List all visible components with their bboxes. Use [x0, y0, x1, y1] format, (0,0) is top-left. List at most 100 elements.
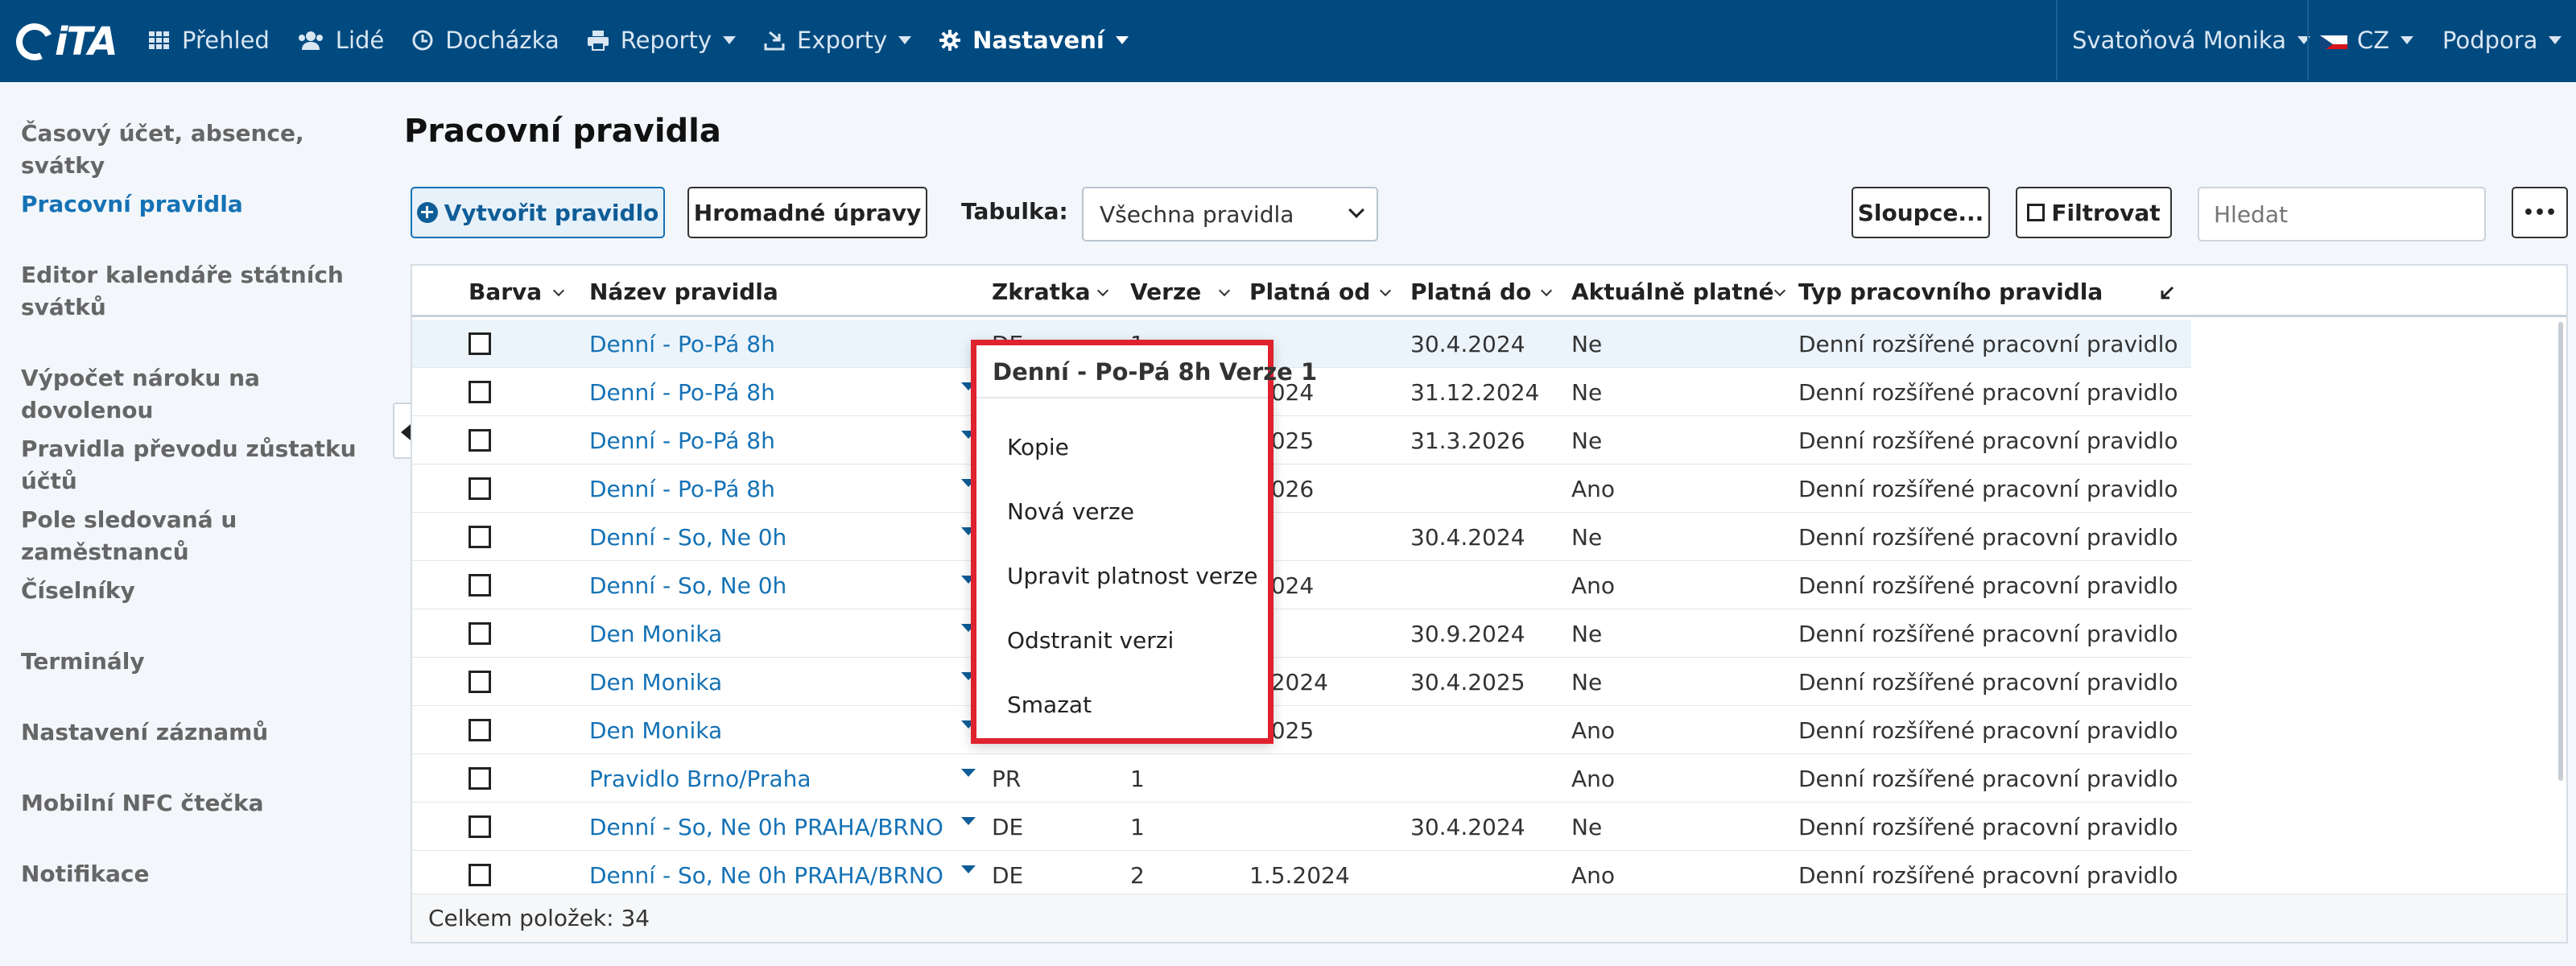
rule-type: Denní rozšířené pracovní pravidlo — [1798, 814, 2178, 840]
language-menu[interactable]: CZ — [2320, 0, 2414, 80]
table-row[interactable]: Pravidlo Brno/Praha PR 1 Ano Denní rozší… — [412, 754, 2191, 803]
table-select-value: Všechna pravidla — [1100, 200, 1294, 228]
rule-name-link[interactable]: Denní - So, Ne 0h PRAHA/BRNO — [589, 862, 943, 889]
sidebar-item-codelists[interactable]: Číselníky — [21, 575, 375, 607]
row-checkbox[interactable] — [469, 574, 491, 597]
row-context-menu: Denní - Po-Pá 8h Verze 1 Kopie Nová verz… — [971, 340, 1317, 744]
more-options-button[interactable]: ••• — [2512, 187, 2568, 238]
column-header-valid-to[interactable]: Platná do — [1410, 279, 1553, 305]
row-checkbox[interactable] — [469, 815, 491, 838]
user-menu[interactable]: Svatoňová Monika — [2072, 0, 2310, 80]
sidebar-item-terminals[interactable]: Terminály — [21, 646, 375, 678]
table-row[interactable]: Denní - So, Ne 0h PRAHA/BRNO DE 2 1.5.20… — [412, 851, 2191, 899]
row-menu-caret-icon[interactable] — [961, 817, 976, 825]
row-checkbox[interactable] — [469, 526, 491, 548]
support-menu[interactable]: Podpora — [2442, 0, 2562, 80]
row-checkbox[interactable] — [469, 767, 491, 790]
sidebar-item-holiday-editor[interactable]: Editor kalendáře státních svátků — [21, 259, 375, 324]
sidebar-item-notifications[interactable]: Notifikace — [21, 858, 375, 890]
sidebar-item-work-rules[interactable]: Pracovní pravidla — [21, 188, 375, 221]
column-header-valid-from[interactable]: Platná od — [1249, 279, 1392, 305]
sidebar-item-tracked-fields[interactable]: Pole sledovaná u zaměstnanců — [21, 504, 375, 568]
menu-item-delete-version[interactable]: Odstranit verzi — [1007, 627, 1174, 654]
table-row[interactable]: Denní - Po-Pá 8h .2025 31.3.2026 Ne Denn… — [412, 416, 2191, 464]
gear-icon — [939, 30, 961, 51]
sidebar-item-balance-transfer[interactable]: Pravidla převodu zůstatku účtů — [21, 433, 375, 497]
search-input[interactable] — [2198, 187, 2486, 242]
table-row[interactable]: Denní - So, Ne 0h 30.4.2024 Ne Denní roz… — [412, 513, 2191, 561]
nav-item-exporty[interactable]: Exporty — [763, 27, 912, 54]
columns-button[interactable]: Sloupce... — [1852, 187, 1990, 238]
table-row[interactable]: Denní - So, Ne 0h .2024 Ano Denní rozšíř… — [412, 561, 2191, 609]
menu-item-new-version[interactable]: Nová verze — [1007, 498, 1134, 525]
row-checkbox[interactable] — [469, 622, 491, 645]
nav-item-reporty[interactable]: Reporty — [587, 27, 737, 54]
bulk-edit-button[interactable]: Hromadné úpravy — [687, 187, 927, 238]
sidebar-item-nfc-reader[interactable]: Mobilní NFC čtečka — [21, 787, 375, 819]
rule-name-link[interactable]: Pravidlo Brno/Praha — [589, 766, 811, 792]
rule-name-link[interactable]: Den Monika — [589, 669, 722, 696]
row-checkbox[interactable] — [469, 381, 491, 403]
nav-label: Lidé — [335, 27, 385, 54]
rule-type: Denní rozšířené pracovní pravidlo — [1798, 621, 2178, 647]
rule-name-link[interactable]: Denní - Po-Pá 8h — [589, 379, 775, 406]
chevron-down-icon — [898, 36, 912, 44]
rule-name-link[interactable]: Denní - So, Ne 0h PRAHA/BRNO — [589, 814, 943, 840]
menu-item-delete[interactable]: Smazat — [1007, 691, 1092, 718]
row-checkbox[interactable] — [469, 477, 491, 500]
rule-version: 1 — [1130, 766, 1145, 792]
rule-type: Denní rozšířené pracovní pravidlo — [1798, 331, 2178, 357]
column-header-type[interactable]: Typ pracovního pravidla — [1798, 279, 2103, 305]
rule-current: Ano — [1571, 862, 1616, 889]
row-menu-caret-icon[interactable] — [961, 865, 976, 873]
rule-name-link[interactable]: Den Monika — [589, 717, 722, 744]
filter-button[interactable]: Filtrovat — [2016, 187, 2172, 238]
nav-item-dochazka[interactable]: Docházka — [411, 27, 559, 54]
row-checkbox[interactable] — [469, 332, 491, 355]
table-row[interactable]: Den Monika .2025 Ano Denní rozšířené pra… — [412, 706, 2191, 754]
column-header-short[interactable]: Zkratka — [992, 279, 1108, 305]
menu-item-copy[interactable]: Kopie — [1007, 434, 1069, 460]
row-menu-caret-icon[interactable] — [961, 769, 976, 777]
rule-name-link[interactable]: Denní - Po-Pá 8h — [589, 427, 775, 454]
rule-valid-to: 30.9.2024 — [1410, 621, 1525, 647]
nav-item-nastaveni[interactable]: Nastavení — [939, 27, 1129, 54]
column-header-color[interactable]: Barva — [469, 279, 565, 305]
rule-name-link[interactable]: Den Monika — [589, 621, 722, 647]
sidebar-item-record-settings[interactable]: Nastavení záznamů — [21, 716, 375, 749]
table-row[interactable]: Den Monika 0.2024 30.4.2025 Ne Denní roz… — [412, 658, 2191, 706]
nav-label: Docházka — [445, 27, 559, 54]
row-checkbox[interactable] — [469, 671, 491, 693]
column-header-name[interactable]: Název pravidla — [589, 279, 1022, 305]
nav-item-lide[interactable]: Lidé — [297, 27, 384, 54]
rule-type: Denní rozšířené pracovní pravidlo — [1798, 766, 2178, 792]
rule-valid-to: 30.4.2024 — [1410, 524, 1525, 551]
chevron-down-icon — [553, 284, 565, 297]
table-select[interactable]: Všechna pravidla — [1082, 187, 1378, 242]
checkbox-icon — [2027, 204, 2046, 221]
row-checkbox[interactable] — [469, 429, 491, 452]
row-checkbox[interactable] — [469, 719, 491, 741]
column-header-current[interactable]: Aktuálně platné — [1571, 279, 1785, 305]
rule-name-link[interactable]: Denní - Po-Pá 8h — [589, 476, 775, 502]
rule-name-link[interactable]: Denní - So, Ne 0h — [589, 524, 786, 551]
table-row[interactable]: Denní - So, Ne 0h PRAHA/BRNO DE 1 30.4.2… — [412, 803, 2191, 851]
rule-name-link[interactable]: Denní - So, Ne 0h — [589, 572, 786, 599]
app-logo[interactable]: iTA — [10, 18, 118, 66]
rule-valid-to: 30.4.2024 — [1410, 814, 1525, 840]
resize-arrow-icon[interactable] — [2157, 283, 2177, 303]
table-row[interactable]: Denní - Po-Pá 8h .2026 Ano Denní rozšíře… — [412, 464, 2191, 513]
rule-type: Denní rozšířené pracovní pravidlo — [1798, 572, 2178, 599]
column-header-version[interactable]: Verze — [1130, 279, 1231, 305]
table-scrollbar[interactable] — [2558, 322, 2563, 781]
sidebar-item-vacation-calc[interactable]: Výpočet nároku na dovolenou — [21, 362, 375, 427]
row-checkbox[interactable] — [469, 864, 491, 886]
table-row[interactable]: Den Monika 30.9.2024 Ne Denní rozšířené … — [412, 609, 2191, 658]
rule-name-link[interactable]: Denní - Po-Pá 8h — [589, 331, 775, 357]
create-rule-button[interactable]: + Vytvořit pravidlo — [411, 187, 665, 238]
chevron-down-icon — [1348, 202, 1364, 218]
rules-table: Barva Název pravidla Zkratka Verze Platn… — [411, 264, 2568, 943]
sidebar-item-time-account[interactable]: Časový účet, absence, svátky — [21, 118, 375, 182]
menu-item-edit-validity[interactable]: Upravit platnost verze — [1007, 563, 1257, 589]
nav-item-prehled[interactable]: Přehled — [148, 27, 270, 54]
